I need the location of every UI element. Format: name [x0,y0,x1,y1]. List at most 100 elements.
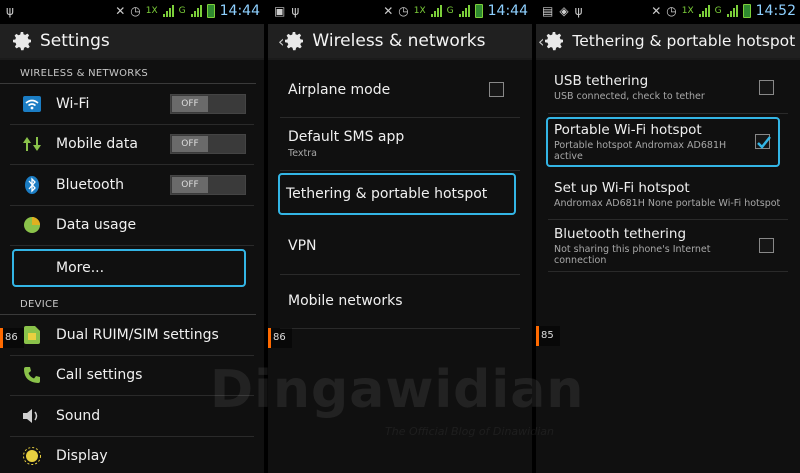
status-bar: ψ ✕ ◷ 1X G 14:44 [0,0,264,24]
portable-hotspot-row[interactable]: Portable Wi-Fi hotspot Portable hotspot … [546,117,780,167]
signal-icon-2 [458,5,470,17]
section-header-wireless: WIRELESS & NETWORKS [0,60,256,84]
bluetooth-tethering-summary: Not sharing this phone's Internet connec… [554,243,711,266]
vpn-label: VPN [288,237,317,254]
page-title: Tethering & portable hotspot [572,32,796,50]
airplane-mode-checkbox[interactable] [489,82,504,98]
edge-marker: 85 [536,326,560,346]
usb-tethering-label: USB tethering [554,73,649,89]
watermark-subtitle: The Official Blog of Dinawidian [385,425,554,438]
vpn-row[interactable]: VPN [280,217,520,275]
settings-gear-icon [13,32,31,51]
network-type-label: 1X [681,6,694,16]
bluetooth-toggle[interactable]: OFF [170,174,246,195]
section-header-device: DEVICE [0,291,256,315]
signal-icon [698,5,710,17]
status-bar: ▤ ◈ ψ ✕ ◷ 1X G 14:52 [536,0,800,24]
chat-icon: ▤ [542,4,554,18]
setup-hotspot-row[interactable]: Set up Wi-Fi hotspot Andromax AD681H Non… [548,170,788,220]
action-bar[interactable]: ‹ Tethering & portable hotspot [536,24,800,60]
wifi-row[interactable]: Wi-Fi OFF [10,84,254,125]
call-settings-label: Call settings [56,367,143,384]
page-title: Wireless & networks [312,31,486,51]
usb-tethering-row[interactable]: USB tethering USB connected, check to te… [548,62,788,114]
network-type-label: 1X [145,6,158,16]
battery-icon [474,4,483,18]
mute-icon: ✕ [115,4,126,18]
battery-icon [206,4,215,18]
portable-hotspot-checkbox[interactable] [755,134,771,149]
watermark: Dingawidian [210,360,585,420]
alarm-icon: ◷ [666,4,677,18]
alarm-icon: ◷ [398,4,409,18]
airplane-mode-label: Airplane mode [288,82,391,99]
display-row[interactable]: Display [10,437,254,473]
airplane-mode-row[interactable]: Airplane mode [280,64,520,118]
network-type-label: 1X [413,6,426,16]
wifi-icon [20,92,44,116]
display-label: Display [56,448,108,465]
more-label: More... [56,260,105,276]
phone-icon [20,363,44,387]
settings-gear-icon [285,32,304,51]
network-g-label: G [178,6,186,16]
mobile-data-label: Mobile data [56,136,138,153]
bluetooth-label: Bluetooth [56,176,124,193]
signal-icon-2 [726,5,738,17]
default-sms-label: Default SMS app [288,128,405,145]
status-bar: ▣ ψ ✕ ◷ 1X G 14:44 [268,0,532,24]
speaker-icon [20,404,44,428]
bluetooth-icon [20,173,44,197]
usb-icon: ψ [291,4,300,18]
default-sms-value: Textra [288,147,317,159]
dual-sim-row[interactable]: Dual RUIM/SIM settings [10,315,254,356]
setup-hotspot-label: Set up Wi-Fi hotspot [554,180,690,196]
signal-icon [430,5,442,17]
hotspot-icon: ◈ [559,4,569,18]
usb-tethering-summary: USB connected, check to tether [554,91,705,102]
data-usage-icon [20,213,44,237]
clock: 14:44 [487,3,528,19]
mute-icon: ✕ [383,4,394,18]
wifi-label: Wi-Fi [56,95,90,112]
tethering-row[interactable]: Tethering & portable hotspot [278,173,516,215]
data-usage-label: Data usage [56,217,137,234]
battery-icon [742,4,751,18]
bluetooth-tethering-label: Bluetooth tethering [554,225,687,242]
page-title: Settings [40,31,110,51]
sound-label: Sound [56,407,101,424]
mobile-data-toggle[interactable]: OFF [170,134,246,155]
bluetooth-row[interactable]: Bluetooth OFF [10,165,254,206]
clock: 14:52 [755,3,796,19]
network-g-label: G [714,6,722,16]
dual-sim-label: Dual RUIM/SIM settings [56,326,219,343]
data-usage-row[interactable]: Data usage [10,206,254,246]
mobile-data-row[interactable]: Mobile data OFF [10,125,254,165]
wifi-toggle[interactable]: OFF [170,93,246,114]
signal-icon [162,5,174,17]
bluetooth-tethering-row[interactable]: Bluetooth tethering Not sharing this pho… [548,220,788,272]
image-icon: ▣ [274,4,286,18]
usb-icon: ψ [6,4,14,18]
usb-tethering-checkbox[interactable] [759,79,774,95]
bluetooth-tethering-checkbox[interactable] [759,237,774,253]
brightness-icon [20,444,44,468]
mobile-networks-label: Mobile networks [288,293,403,310]
mobile-networks-row[interactable]: Mobile networks [280,275,520,329]
mobile-data-icon [20,132,44,156]
usb-icon: ψ [574,4,583,18]
action-bar[interactable]: ‹ Wireless & networks [268,24,532,60]
setup-hotspot-summary: Andromax AD681H None portable Wi-Fi hots… [554,198,781,209]
signal-icon-2 [190,5,202,17]
checkmark-icon [757,136,771,149]
mute-icon: ✕ [651,4,662,18]
action-bar: Settings [0,24,264,60]
portable-hotspot-label: Portable Wi-Fi hotspot [554,122,702,138]
clock: 14:44 [219,3,260,19]
edge-marker: 86 [268,328,292,348]
tethering-label: Tethering & portable hotspot [286,186,488,202]
network-g-label: G [446,6,454,16]
portable-hotspot-summary: Portable hotspot Andromax AD681H active [554,140,727,162]
more-row[interactable]: More... [12,249,246,287]
default-sms-row[interactable]: Default SMS app Textra [280,118,520,171]
